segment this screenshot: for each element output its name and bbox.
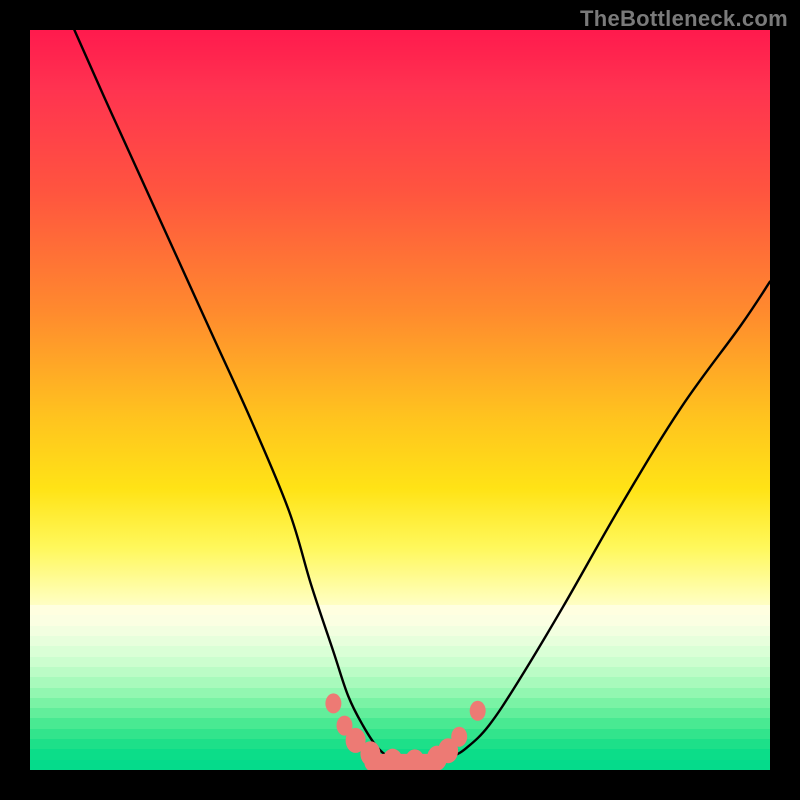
gradient-stripe (30, 708, 770, 718)
gradient-stripe (30, 698, 770, 708)
gradient-stripe (30, 615, 770, 625)
gradient-stripe (30, 718, 770, 728)
gradient-stripe (30, 739, 770, 749)
plot-area (30, 30, 770, 770)
gradient-stripe (30, 636, 770, 646)
gradient-stripe (30, 677, 770, 687)
gradient-stripe (30, 605, 770, 615)
watermark-text: TheBottleneck.com (580, 6, 788, 32)
gradient-stripe (30, 667, 770, 677)
gradient-stripe (30, 749, 770, 759)
gradient-stripe (30, 646, 770, 656)
gradient-stripe (30, 729, 770, 739)
gradient-stripe (30, 657, 770, 667)
gradient-stripe (30, 760, 770, 770)
gradient-stripes (30, 605, 770, 770)
chart-frame: TheBottleneck.com (0, 0, 800, 800)
gradient-stripe (30, 626, 770, 636)
gradient-stripe (30, 688, 770, 698)
